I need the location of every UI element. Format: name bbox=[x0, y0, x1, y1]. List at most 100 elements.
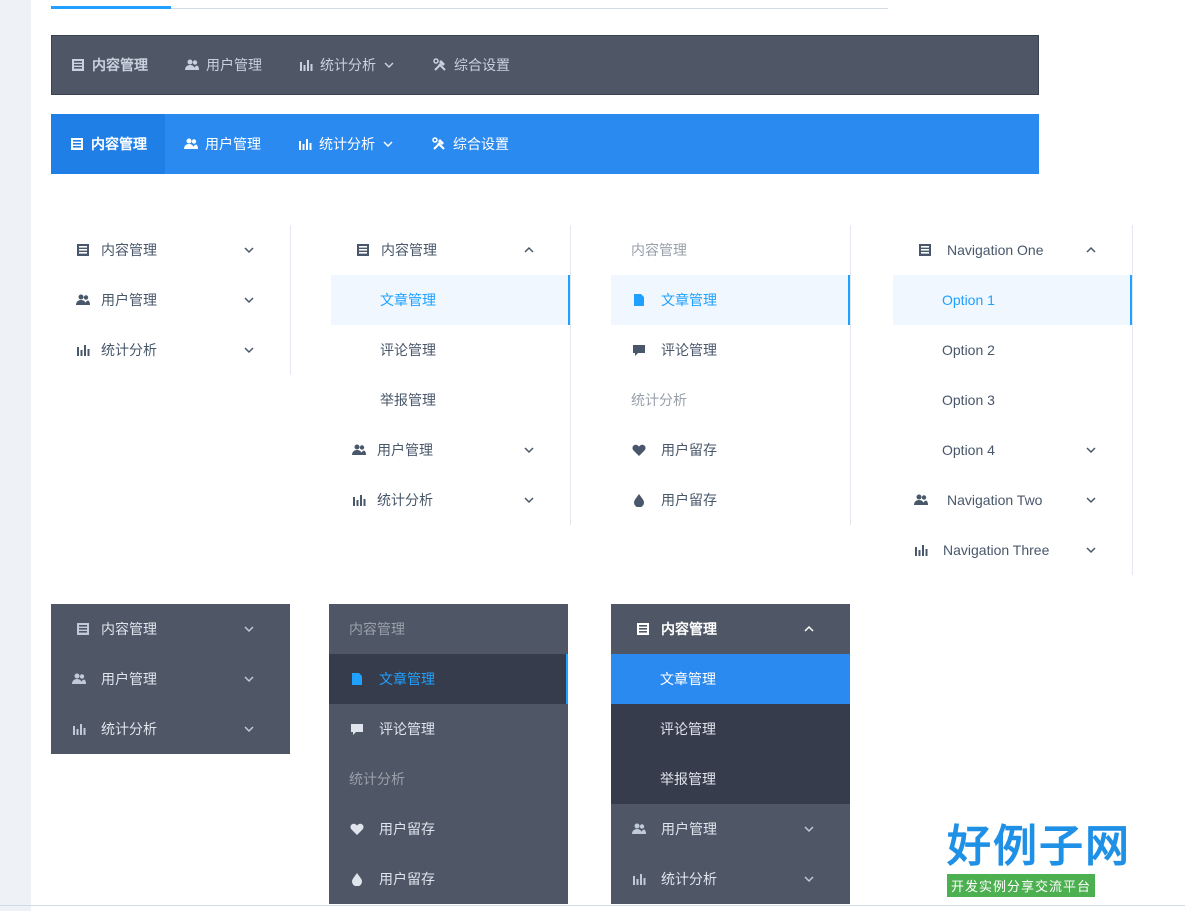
document-icon bbox=[355, 242, 371, 258]
menu-item-articles[interactable]: 文章管理 bbox=[331, 275, 570, 325]
chevron-down-icon bbox=[242, 722, 256, 736]
vertical-menu-expanded: 内容管理 文章管理 评论管理 举报管理 用户管理 统计分析 bbox=[331, 225, 570, 525]
menu-item-settings[interactable]: 综合设置 bbox=[414, 36, 528, 94]
menu-item-label: 综合设置 bbox=[454, 57, 510, 73]
submenu-label: 用户管理 bbox=[377, 442, 433, 458]
menu-item-retention[interactable]: 用户留存 bbox=[611, 475, 850, 525]
menu-item-label: 统计分析 bbox=[319, 136, 375, 152]
chevron-down-icon bbox=[1084, 493, 1098, 507]
drop-icon bbox=[349, 871, 365, 887]
document-icon bbox=[635, 621, 651, 637]
chevron-up-icon bbox=[522, 243, 536, 257]
submenu-navigation-three[interactable]: Navigation Three bbox=[893, 525, 1132, 575]
submenu-content[interactable]: 内容管理 bbox=[51, 604, 290, 654]
submenu-option-4[interactable]: Option 4 bbox=[893, 425, 1132, 475]
menu-item-settings[interactable]: 综合设置 bbox=[413, 114, 527, 174]
bar-chart-icon bbox=[351, 492, 367, 508]
menu-item-label: 评论管理 bbox=[661, 342, 717, 358]
menu-divider bbox=[850, 225, 851, 525]
submenu-stats[interactable]: 统计分析 bbox=[51, 325, 290, 375]
logo-title: 好例子网 bbox=[947, 821, 1131, 872]
menu-item-label: 文章管理 bbox=[380, 292, 436, 308]
menu-item-comments[interactable]: 评论管理 bbox=[329, 704, 568, 754]
chevron-down-icon bbox=[242, 672, 256, 686]
menu-item-label: 用户留存 bbox=[661, 492, 717, 508]
menu-item-label: 评论管理 bbox=[380, 342, 436, 358]
submenu-stats[interactable]: 统计分析 bbox=[611, 854, 850, 904]
menu-item-label: 内容管理 bbox=[91, 136, 147, 152]
menu-item-retention[interactable]: 用户留存 bbox=[611, 425, 850, 475]
submenu-label: 内容管理 bbox=[101, 621, 157, 637]
submenu-content[interactable]: 内容管理 bbox=[611, 604, 850, 654]
submenu-stats[interactable]: 统计分析 bbox=[331, 475, 570, 525]
dark-menu-expanded: 内容管理 文章管理 评论管理 举报管理 用户管理 统计分析 bbox=[611, 604, 850, 904]
menu-item-content[interactable]: 内容管理 bbox=[51, 114, 165, 174]
menu-item-label: 评论管理 bbox=[660, 721, 716, 737]
bar-chart-icon bbox=[71, 721, 87, 737]
menu-item-label: 内容管理 bbox=[92, 57, 148, 73]
menu-item-retention[interactable]: 用户留存 bbox=[329, 804, 568, 854]
drop-icon bbox=[631, 492, 647, 508]
tab-active-indicator bbox=[51, 6, 171, 9]
menu-item-comments[interactable]: 评论管理 bbox=[611, 325, 850, 375]
chevron-down-icon bbox=[1084, 543, 1098, 557]
chevron-up-icon bbox=[802, 622, 816, 636]
chevron-down-icon bbox=[382, 58, 396, 72]
horizontal-menu-blue: 内容管理 用户管理 统计分析 综合设置 bbox=[51, 114, 1039, 174]
users-icon bbox=[183, 136, 199, 152]
submenu-label: 内容管理 bbox=[101, 242, 157, 258]
chevron-down-icon bbox=[242, 622, 256, 636]
menu-item-reports[interactable]: 举报管理 bbox=[611, 754, 850, 804]
chevron-down-icon bbox=[242, 243, 256, 257]
users-icon bbox=[75, 292, 91, 308]
submenu-content[interactable]: 内容管理 bbox=[331, 225, 570, 275]
menu-item-stats[interactable]: 统计分析 bbox=[279, 114, 413, 174]
menu-item-comments[interactable]: 评论管理 bbox=[611, 704, 850, 754]
menu-item-label: 用户管理 bbox=[205, 136, 261, 152]
submenu-label: 统计分析 bbox=[101, 721, 157, 737]
menu-item-users[interactable]: 用户管理 bbox=[165, 114, 279, 174]
submenu-label: 用户管理 bbox=[101, 292, 157, 308]
menu-item-label: Option 4 bbox=[942, 442, 995, 458]
submenu-label: Navigation Two bbox=[947, 492, 1043, 508]
menu-group-title: 内容管理 bbox=[349, 621, 405, 637]
menu-item-articles[interactable]: 文章管理 bbox=[611, 275, 850, 325]
menu-item-content[interactable]: 内容管理 bbox=[52, 36, 166, 94]
chevron-down-icon bbox=[381, 137, 395, 151]
vertical-menu-english: Navigation One Option 1 Option 2 Option … bbox=[893, 225, 1132, 575]
submenu-users[interactable]: 用户管理 bbox=[51, 654, 290, 704]
submenu-users[interactable]: 用户管理 bbox=[331, 425, 570, 475]
menu-item-comments[interactable]: 评论管理 bbox=[331, 325, 570, 375]
menu-item-label: 文章管理 bbox=[379, 671, 435, 687]
submenu-navigation-one[interactable]: Navigation One bbox=[893, 225, 1132, 275]
menu-item-label: 用户留存 bbox=[379, 871, 435, 887]
chevron-down-icon bbox=[242, 343, 256, 357]
document-icon bbox=[75, 621, 91, 637]
menu-item-users[interactable]: 用户管理 bbox=[166, 36, 280, 94]
menu-item-label: 统计分析 bbox=[320, 57, 376, 73]
menu-group-title: 统计分析 bbox=[349, 771, 405, 787]
menu-item-reports[interactable]: 举报管理 bbox=[331, 375, 570, 425]
menu-item-label: Option 2 bbox=[942, 342, 995, 358]
menu-item-label: Option 3 bbox=[942, 392, 995, 408]
submenu-label: Navigation One bbox=[947, 242, 1044, 258]
document-icon bbox=[70, 57, 86, 73]
left-page-bar bbox=[0, 0, 31, 911]
submenu-navigation-two[interactable]: Navigation Two bbox=[893, 475, 1132, 525]
submenu-users[interactable]: 用户管理 bbox=[611, 804, 850, 854]
chevron-up-icon bbox=[1084, 243, 1098, 257]
submenu-users[interactable]: 用户管理 bbox=[51, 275, 290, 325]
menu-item-option-2[interactable]: Option 2 bbox=[893, 325, 1132, 375]
users-icon bbox=[631, 821, 647, 837]
submenu-stats[interactable]: 统计分析 bbox=[51, 704, 290, 754]
menu-item-option-1[interactable]: Option 1 bbox=[893, 275, 1132, 325]
menu-item-articles[interactable]: 文章管理 bbox=[611, 654, 850, 704]
submenu-content[interactable]: 内容管理 bbox=[51, 225, 290, 275]
menu-item-retention[interactable]: 用户留存 bbox=[329, 854, 568, 904]
bar-chart-icon bbox=[631, 871, 647, 887]
menu-item-option-3[interactable]: Option 3 bbox=[893, 375, 1132, 425]
bar-chart-icon bbox=[913, 542, 929, 558]
menu-item-articles[interactable]: 文章管理 bbox=[329, 654, 568, 704]
tools-icon bbox=[432, 57, 448, 73]
menu-item-stats[interactable]: 统计分析 bbox=[280, 36, 414, 94]
